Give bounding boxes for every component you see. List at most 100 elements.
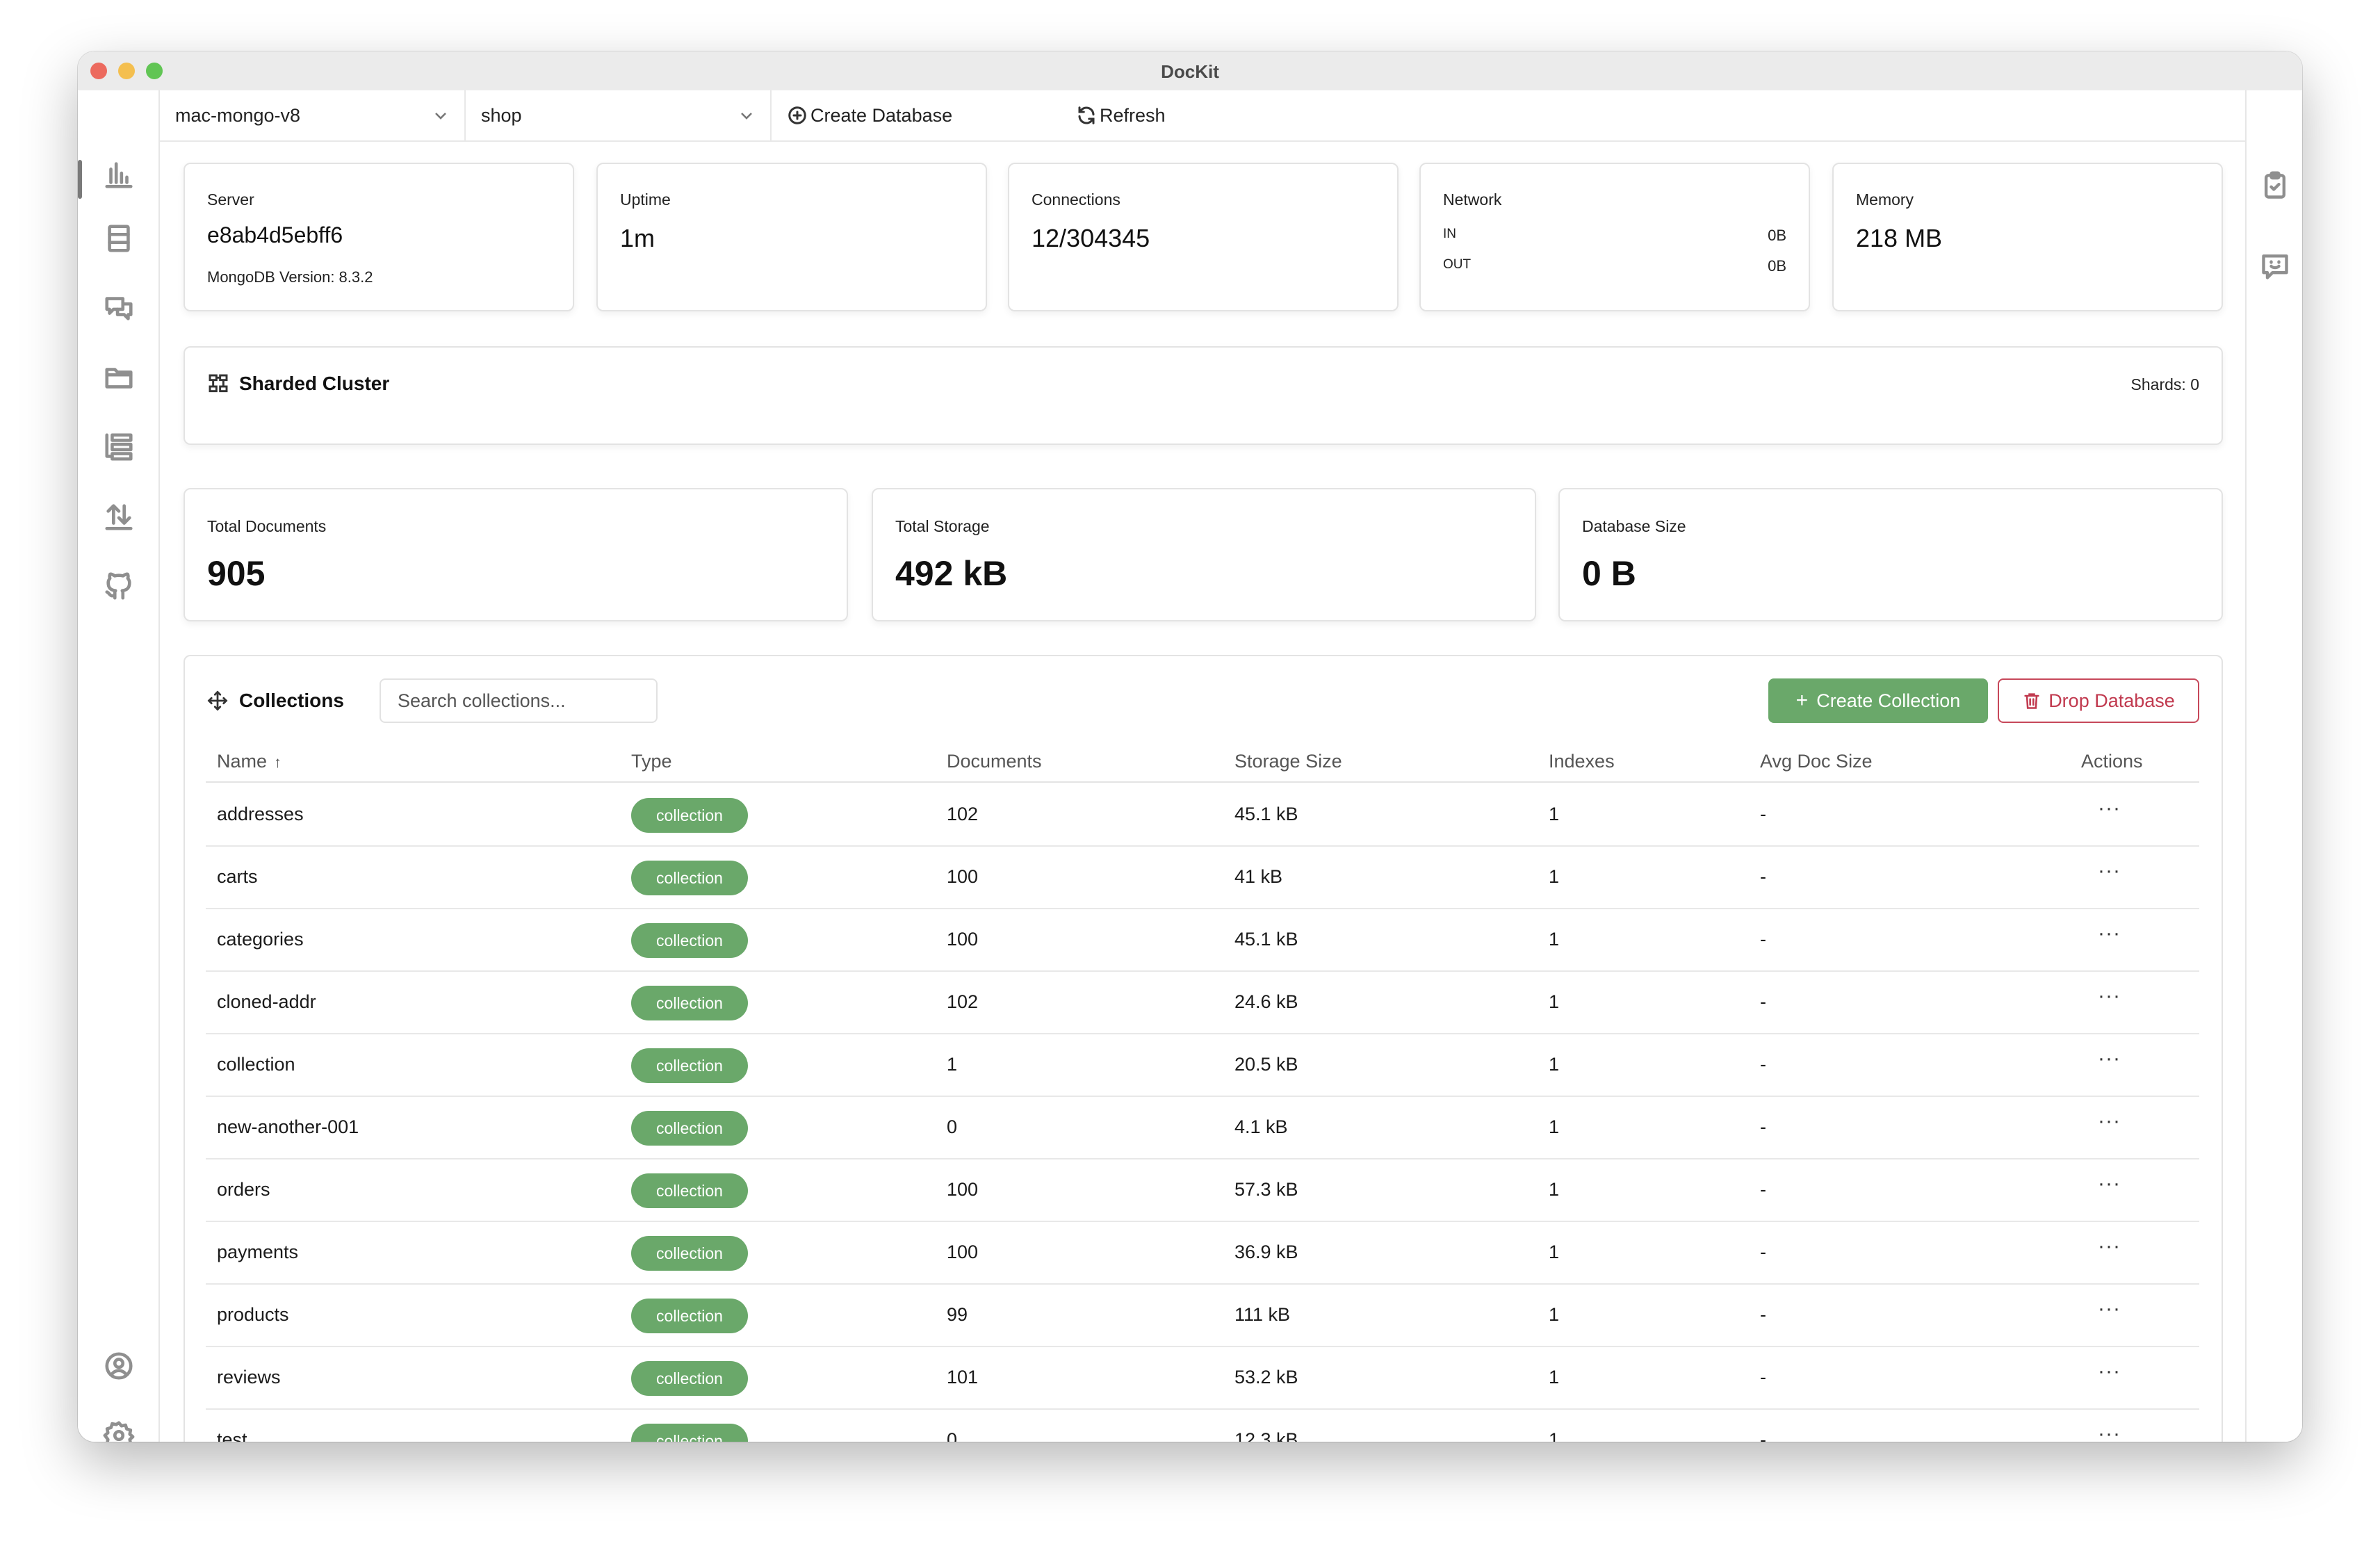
collection-name[interactable]: reviews — [217, 1367, 281, 1388]
documents-count: 102 — [947, 991, 979, 1012]
type-badge: collection — [631, 1424, 748, 1442]
row-actions-menu[interactable]: ··· — [2098, 1172, 2121, 1196]
collections-title: Collections — [207, 690, 344, 712]
avg-doc-size: - — [1760, 866, 1766, 887]
dashboard-icon — [105, 162, 133, 188]
indexes-count: 1 — [1549, 1242, 1560, 1262]
row-actions-menu[interactable]: ··· — [2098, 1235, 2121, 1258]
database-size-value: 0 B — [1582, 554, 1636, 593]
row-actions-menu[interactable]: ··· — [2098, 922, 2121, 945]
collection-name[interactable]: carts — [217, 866, 258, 888]
row-actions-menu[interactable]: ··· — [2098, 859, 2121, 883]
collection-name[interactable]: payments — [217, 1242, 298, 1263]
total-documents-card: Total Documents 905 — [184, 488, 848, 621]
network-in-value: 0B — [1768, 227, 1786, 244]
trash-icon — [2024, 693, 2039, 709]
row-actions-menu[interactable]: ··· — [2098, 797, 2121, 820]
table-row[interactable]: addresses collection 102 45.1 kB 1 - ··· — [206, 784, 2199, 847]
collection-name[interactable]: products — [217, 1304, 289, 1326]
type-badge: collection — [631, 1048, 748, 1083]
type-badge: collection — [631, 798, 748, 833]
sidebar-item-files[interactable] — [100, 359, 138, 396]
row-actions-menu[interactable]: ··· — [2098, 1422, 2121, 1442]
sidebar-item-dashboard[interactable] — [100, 156, 138, 193]
drop-database-button[interactable]: Drop Database — [1998, 678, 2199, 723]
connection-select[interactable]: mac-mongo-v8 — [160, 90, 466, 140]
sidebar-item-manage[interactable] — [100, 428, 138, 466]
network-out-value: 0B — [1768, 257, 1786, 275]
database-select[interactable]: shop — [466, 90, 772, 140]
table-row[interactable]: products collection 99 111 kB 1 - ··· — [206, 1285, 2199, 1347]
window-title: DocKit — [1161, 61, 1219, 82]
active-indicator — [78, 160, 82, 199]
indexes-count: 1 — [1549, 1429, 1560, 1442]
column-header-indexes[interactable]: Indexes — [1549, 751, 1615, 772]
collection-name[interactable]: collection — [217, 1054, 295, 1075]
table-row[interactable]: collection collection 1 20.5 kB 1 - ··· — [206, 1034, 2199, 1097]
column-header-storage-size[interactable]: Storage Size — [1234, 751, 1342, 772]
row-actions-menu[interactable]: ··· — [2098, 1109, 2121, 1133]
column-header-avg-doc-size[interactable]: Avg Doc Size — [1760, 751, 1873, 772]
refresh-button[interactable]: Refresh — [1076, 90, 1166, 140]
server-card: Server e8ab4d5ebff6 MongoDB Version: 8.3… — [184, 163, 574, 311]
row-actions-menu[interactable]: ··· — [2098, 1297, 2121, 1321]
memory-label: Memory — [1856, 190, 1914, 209]
column-header-documents[interactable]: Documents — [947, 751, 1042, 772]
collection-name[interactable]: cloned-addr — [217, 991, 316, 1013]
row-actions-menu[interactable]: ··· — [2098, 1047, 2121, 1071]
sort-ascending-icon: ↑ — [274, 754, 282, 771]
sidebar-item-import-export[interactable] — [100, 498, 138, 535]
sidebar-item-github[interactable] — [100, 567, 138, 605]
sidebar-item-account[interactable] — [100, 1347, 138, 1385]
search-collections-input[interactable] — [380, 678, 658, 723]
feedback-button[interactable] — [2258, 249, 2292, 284]
table-row[interactable]: payments collection 100 36.9 kB 1 - ··· — [206, 1222, 2199, 1285]
collections-panel: Collections + Create Collection Drop Dat… — [184, 655, 2223, 1442]
collection-name[interactable]: addresses — [217, 804, 304, 825]
shards-count: Shards: 0 — [2130, 375, 2199, 393]
table-row[interactable]: orders collection 100 57.3 kB 1 - ··· — [206, 1160, 2199, 1222]
table-row[interactable]: categories collection 100 45.1 kB 1 - ··· — [206, 909, 2199, 972]
type-badge: collection — [631, 861, 748, 895]
plus-circle-icon — [788, 106, 806, 124]
table-row[interactable]: test collection 0 12.3 kB 1 - ··· — [206, 1410, 2199, 1442]
tasks-button[interactable] — [2258, 168, 2292, 203]
memory-card: Memory 218 MB — [1832, 163, 2223, 311]
collection-name[interactable]: test — [217, 1429, 247, 1442]
storage-size: 36.9 kB — [1234, 1242, 1298, 1262]
clipboard-check-icon — [2264, 171, 2286, 199]
column-header-type[interactable]: Type — [631, 751, 672, 772]
network-out-label: OUT — [1443, 257, 1472, 272]
storage-size: 111 kB — [1234, 1304, 1291, 1325]
table-row[interactable]: carts collection 100 41 kB 1 - ··· — [206, 847, 2199, 909]
row-actions-menu[interactable]: ··· — [2098, 984, 2121, 1008]
sidebar-item-connections[interactable] — [100, 220, 138, 257]
table-row[interactable]: reviews collection 101 53.2 kB 1 - ··· — [206, 1347, 2199, 1410]
uptime-value: 1m — [620, 224, 655, 252]
gear-icon — [103, 1421, 135, 1442]
type-badge: collection — [631, 1299, 748, 1333]
server-label: Server — [207, 190, 254, 209]
create-database-button[interactable]: Create Database — [787, 90, 952, 140]
sidebar-item-query[interactable] — [100, 289, 138, 327]
type-badge: collection — [631, 1111, 748, 1146]
sharded-cluster-card: Sharded Cluster Shards: 0 — [184, 346, 2223, 445]
type-badge: collection — [631, 923, 748, 958]
sidebar-item-settings[interactable] — [100, 1417, 138, 1442]
type-badge: collection — [631, 986, 748, 1020]
create-collection-button[interactable]: + Create Collection — [1768, 678, 1988, 723]
avg-doc-size: - — [1760, 1304, 1766, 1325]
table-row[interactable]: cloned-addr collection 102 24.6 kB 1 - ··· — [206, 972, 2199, 1034]
avg-doc-size: - — [1760, 929, 1766, 950]
column-header-name[interactable]: Name ↑ — [217, 751, 282, 772]
total-storage-value: 492 kB — [895, 554, 1008, 593]
table-row[interactable]: new-another-001 collection 0 4.1 kB 1 - ··· — [206, 1097, 2199, 1160]
row-actions-menu[interactable]: ··· — [2098, 1360, 2121, 1383]
collection-name[interactable]: categories — [217, 929, 304, 950]
collection-name[interactable]: new-another-001 — [217, 1116, 359, 1138]
title-bar: DocKit — [78, 51, 2302, 90]
uptime-label: Uptime — [620, 190, 671, 209]
collection-name[interactable]: orders — [217, 1179, 270, 1201]
type-badge: collection — [631, 1236, 748, 1271]
indexes-count: 1 — [1549, 1367, 1560, 1388]
